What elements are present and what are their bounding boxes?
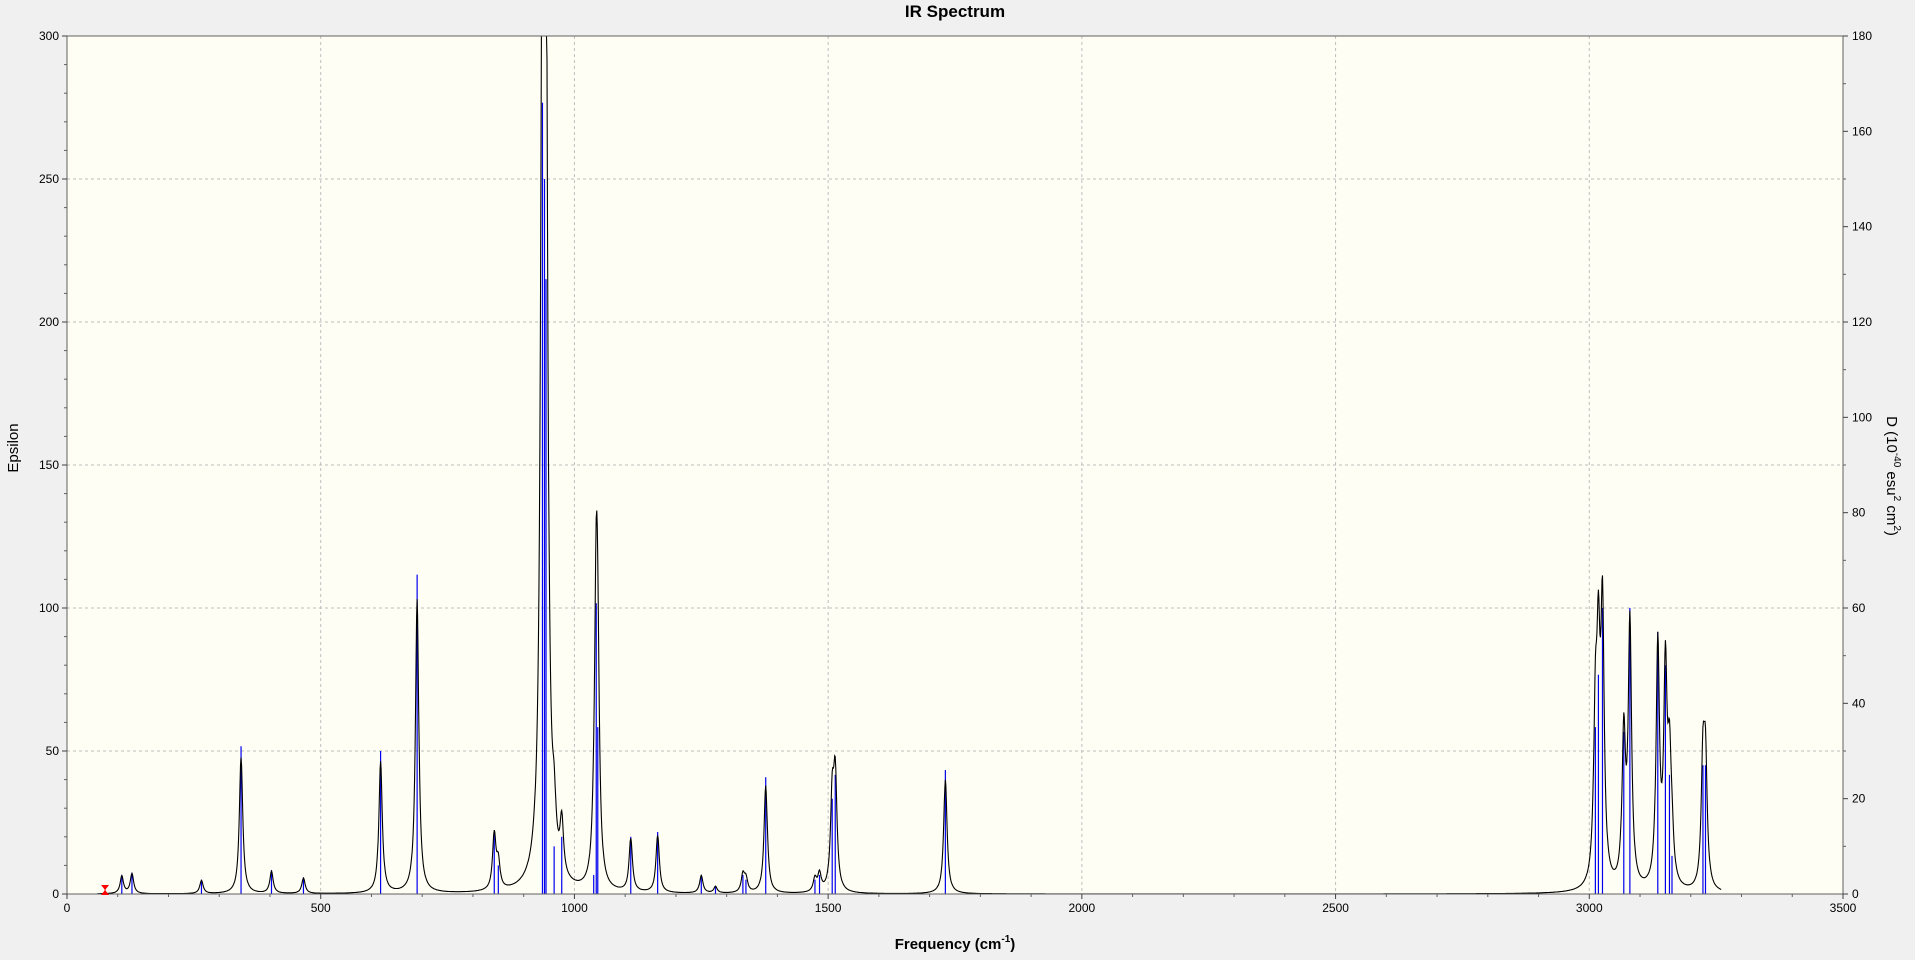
y-right-tick-label: 20 — [1852, 792, 1866, 806]
y-axis-left-label: Epsilon — [5, 423, 22, 472]
y-right-tick-label: 140 — [1852, 220, 1872, 234]
y-axis-right-label: D (10-40 esu2 cm2) — [1883, 416, 1902, 536]
y-right-tick-label: 120 — [1852, 315, 1872, 329]
y-right-tick-label: 60 — [1852, 601, 1866, 615]
y-left-tick-label: 0 — [52, 887, 59, 901]
chart-svg: 0 500 1000 1500 2000 2500 3000 3500050100150200… — [5, 2, 1902, 953]
x-tick-label: 2000 — [1069, 901, 1096, 915]
x-axis-label: Frequency (cm-1) — [895, 934, 1016, 953]
y-left-tick-label: 300 — [39, 29, 59, 43]
y-right-label-part-6: ) — [1883, 531, 1900, 536]
x-tick-label: 0 — [64, 901, 71, 915]
y-right-tick-label: 0 — [1852, 887, 1859, 901]
x-tick-label: 3000 — [1576, 901, 1603, 915]
y-left-tick-label: 200 — [39, 315, 59, 329]
x-tick-label: 1500 — [815, 901, 842, 915]
y-left-tick-label: 150 — [39, 458, 59, 472]
x-axis-label-base: Frequency (cm — [895, 936, 1002, 953]
y-right-label-part-0: D (10 — [1883, 416, 1900, 453]
y-right-label-part-4: cm — [1883, 501, 1900, 525]
x-tick-label: 2500 — [1322, 901, 1349, 915]
y-right-tick-label: 40 — [1852, 696, 1866, 710]
x-tick-label: 3500 — [1830, 901, 1857, 915]
y-left-tick-label: 50 — [46, 744, 60, 758]
y-right-tick-label: 160 — [1852, 124, 1872, 138]
y-right-label-part-2: esu — [1883, 467, 1900, 495]
chart-title: IR Spectrum — [905, 2, 1005, 21]
x-axis-label-tail: ) — [1010, 936, 1015, 953]
y-left-tick-label: 100 — [39, 601, 59, 615]
x-tick-label: 500 — [311, 901, 331, 915]
y-right-tick-label: 180 — [1852, 29, 1872, 43]
y-left-tick-label: 250 — [39, 172, 59, 186]
ir-spectrum-chart: 0 500 1000 1500 2000 2500 3000 3500 0 50 100 150 200… — [0, 0, 1915, 955]
y-right-tick-label: 80 — [1852, 506, 1866, 520]
x-tick-label: 1000 — [561, 901, 588, 915]
y-right-label-part-1: -40 — [1891, 453, 1902, 468]
y-right-tick-label: 100 — [1852, 410, 1872, 424]
